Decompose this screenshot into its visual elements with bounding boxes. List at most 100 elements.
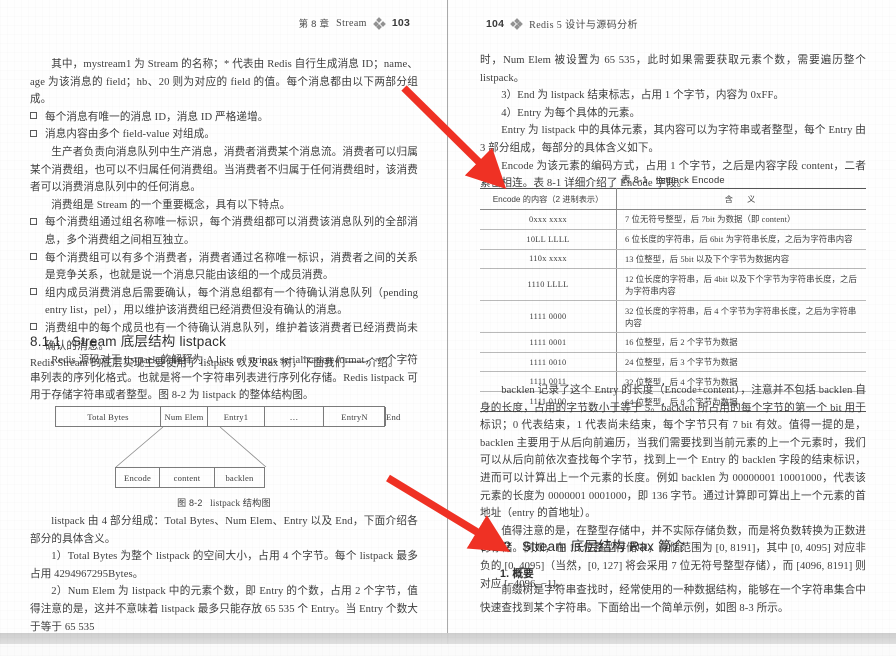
square-bullet-icon — [30, 288, 37, 296]
cell-meaning: 32 位长度的字符串，后 4 个字节为字符串长度，之后为字符串内容 — [616, 300, 866, 333]
bullet-item: 每个消费组通过组名称唯一标识，每个消费组都可以消费该消息队列的全部消息，多个消费… — [30, 214, 418, 249]
section-number: 8.1.1 — [30, 334, 62, 349]
cell-encode: 1111 0000 — [480, 300, 617, 333]
table-row: 110x xxxx 13 位整型，后 5bit 以及下个字节为数据内容 — [480, 248, 866, 270]
paragraph: 前缀树是字符串查找时，经常使用的一种数据结构，能够在一个字符串集合中快速查找到某… — [480, 585, 866, 614]
section-title: Stream 底层结构 Rax 简介 — [522, 539, 686, 554]
table-row: 0xxx xxxx 7 位无符号整型，后 7bit 为数据（即 content） — [480, 209, 866, 230]
left-page-text-block-3: listpack 由 4 部分组成：Total Bytes、Num Elem、E… — [30, 513, 418, 636]
cell-encode: 110x xxxx — [480, 248, 617, 270]
table-header-row: Encode 的内容（2 进制表示） 含 义 — [480, 188, 866, 210]
entry-cell: backlen — [225, 472, 254, 483]
book-scan-canvas: 第 8 章 Stream 103 其中，mystream1 为 Stream 的… — [0, 0, 896, 656]
subsection-heading: 1. 概要 — [500, 568, 534, 580]
scan-bottom-edge — [0, 644, 896, 656]
left-page-text-block-1: 其中，mystream1 为 Stream 的名称；* 代表由 Redis 自行… — [30, 56, 418, 373]
table-caption-text: listpack Encode — [656, 174, 725, 185]
table-label: 表 8-1 — [621, 174, 648, 185]
listpack-cell: Total Bytes — [56, 407, 161, 426]
bullet-text: 组内成员消费消息后需要确认，每个消息组都有一个待确认消息队列（pending e… — [45, 287, 418, 317]
right-page-running-head: 104 Redis 5 设计与源码分析 — [486, 16, 638, 32]
bullet-text: 每个消费组可以有多个消费者，消费者通过名称唯一标识，消费者之间的关系是竞争关系，… — [45, 252, 418, 282]
paragraph: 时，Num Elem 被设置为 65 535，此时如果需要获取元素个数，需要遍历… — [480, 55, 866, 84]
section-heading-811: 8.1.1 Stream 底层结构 listpack — [30, 330, 226, 350]
listpack-cell: Entry1 — [208, 407, 265, 426]
paragraph: 生产者负责向消息队列中生产消息，消费者消费某个消息流。消费者可以归属某个消费组，… — [30, 146, 418, 194]
table-row: 10LL LLLL 6 位长度的字符串，后 6bit 为字符串长度，之后为字符串… — [480, 228, 866, 250]
paragraph: 2）Num Elem 为 listpack 中的元素个数，即 Entry 的个数… — [30, 586, 418, 633]
page-gutter-divider — [447, 0, 448, 656]
paragraph: Entry 为 listpack 中的具体元素，其内容可以为字符串或者整型，每个… — [480, 125, 866, 154]
paragraph: 1）Total Bytes 为整个 listpack 的空间大小，占用 4 个字… — [30, 551, 418, 580]
paragraph: 其中，mystream1 为 Stream 的名称；* 代表由 Redis 自行… — [30, 59, 418, 106]
square-bullet-icon — [30, 253, 37, 261]
diamond-cluster-ornament-icon — [373, 17, 386, 30]
cell-meaning: 24 位整型，后 3 个字节为数据 — [616, 351, 866, 373]
listpack-cell: EntryN — [324, 407, 386, 426]
square-bullet-icon — [30, 217, 37, 225]
bullet-item: 每个消费组可以有多个消费者，消费者通过名称唯一标识，消费者之间的关系是竞争关系，… — [30, 250, 418, 285]
table-row: 1111 0010 24 位整型，后 3 个字节为数据 — [480, 351, 866, 373]
listpack-entry-detail-row: Encode content backlen — [115, 467, 265, 488]
diamond-cluster-ornament-icon — [510, 17, 523, 30]
section-heading-812: 8.1.2 Stream 底层结构 Rax 简介 — [480, 535, 685, 555]
cell-encode: 1111 0010 — [480, 351, 617, 373]
left-page: 第 8 章 Stream 103 其中，mystream1 为 Stream 的… — [0, 0, 448, 656]
listpack-cell: Num Elem — [161, 407, 208, 426]
section-number: 8.1.2 — [480, 539, 512, 554]
figure-8-2: Total Bytes Num Elem Entry1 … EntryN End… — [30, 406, 418, 509]
cell-meaning: 16 位整型，后 2 个字节为数据 — [616, 331, 866, 353]
left-page-running-head: 第 8 章 Stream 103 — [299, 16, 410, 30]
paragraph: 4）Entry 为每个具体的元素。 — [501, 107, 641, 119]
paragraph: 3）End 为 listpack 结束标志，占用 1 个字节，内容为 0xFF。 — [501, 90, 785, 102]
bullet-item: 每个消息有唯一的消息 ID，消息 ID 严格递增。 — [30, 109, 418, 127]
listpack-cell: … — [265, 407, 324, 426]
table-row: 1111 0001 16 位整型，后 2 个字节为数据 — [480, 331, 866, 353]
entry-cell: content — [160, 468, 215, 487]
cell-encode: 10LL LLLL — [480, 228, 617, 250]
figure-caption-text: listpack 结构图 — [210, 498, 271, 508]
bullet-text: 每个消费组通过组名称唯一标识，每个消费组都可以消费该消息队列的全部消息，多个消费… — [45, 217, 418, 246]
paragraph: 消费组是 Stream 的一个重要概念，具有以下特点。 — [51, 199, 291, 211]
right-page-text-block-3: 前缀树是字符串查找时，经常使用的一种数据结构，能够在一个字符串集合中快速查找到某… — [480, 582, 866, 617]
chapter-number: 第 8 章 — [298, 19, 330, 30]
book-title: Redis 5 设计与源码分析 — [529, 20, 638, 31]
figure-connector-lines — [115, 427, 267, 467]
listpack-encode-table: Encode 的内容（2 进制表示） 含 义 0xxx xxxx 7 位无符号整… — [480, 188, 866, 413]
paragraph: backlen 记录了这个 Entry 的长度（Encode+content），… — [480, 385, 866, 520]
cell-encode: 0xxx xxxx — [480, 209, 617, 230]
bullet-text: 每个消息有唯一的消息 ID，消息 ID 严格递增。 — [45, 111, 269, 123]
listpack-cell: End — [386, 411, 401, 422]
square-bullet-icon — [30, 112, 37, 120]
chapter-title: Stream — [336, 17, 367, 29]
cell-meaning: 12 位长度的字符串，后 4bit 以及下个字节为字符串长度，之后为字符串内容 — [616, 268, 866, 302]
listpack-layout-row: Total Bytes Num Elem Entry1 … EntryN End — [55, 406, 400, 427]
table-row: 1111 0000 32 位长度的字符串，后 4 个字节为字符串长度，之后为字符… — [480, 300, 866, 333]
paragraph: listpack 由 4 部分组成：Total Bytes、Num Elem、E… — [30, 516, 418, 545]
table-head: Encode 的内容（2 进制表示） 含 义 — [480, 188, 866, 210]
cell-meaning: 7 位无符号整型，后 7bit 为数据（即 content） — [616, 209, 866, 230]
column-header-meaning: 含 义 — [616, 188, 866, 210]
right-page-text-block-2: backlen 记录了这个 Entry 的长度（Encode+content），… — [480, 382, 866, 593]
table-caption: 表 8-1 listpack Encode — [480, 172, 866, 186]
entry-cell: Encode — [116, 468, 160, 487]
bullet-text: 消息内容由多个 field-value 对组成。 — [45, 129, 216, 141]
cell-encode: 1110 LLLL — [480, 268, 617, 302]
cell-meaning: 6 位长度的字符串，后 6bit 为字符串长度，之后为字符串内容 — [616, 228, 866, 250]
scan-bottom-shadow-band — [0, 633, 896, 644]
figure-caption: 图 8-2 listpack 结构图 — [30, 495, 418, 509]
right-page: 104 Redis 5 设计与源码分析 时，Num Elem 被设置为 65 5… — [448, 0, 896, 656]
left-page-text-block-2: Redis 源码对于 listpack 的解释为 A lists of stri… — [30, 352, 418, 405]
page-number: 103 — [391, 17, 410, 29]
column-header-encode: Encode 的内容（2 进制表示） — [480, 188, 617, 210]
cell-meaning: 13 位整型，后 5bit 以及下个字节为数据内容 — [616, 248, 866, 270]
paragraph: Redis 源码对于 listpack 的解释为 A lists of stri… — [30, 355, 418, 402]
figure-label: 图 8-2 — [177, 498, 203, 508]
section-title: Stream 底层结构 listpack — [72, 334, 227, 349]
square-bullet-icon — [30, 129, 37, 137]
cell-encode: 1111 0001 — [480, 331, 617, 353]
page-number: 104 — [486, 17, 505, 30]
table-row: 1110 LLLL 12 位长度的字符串，后 4bit 以及下个字节为字符串长度… — [480, 268, 866, 302]
bullet-item: 消息内容由多个 field-value 对组成。 — [30, 126, 418, 144]
bullet-item: 组内成员消费消息后需要确认，每个消息组都有一个待确认消息队列（pending e… — [30, 285, 418, 320]
